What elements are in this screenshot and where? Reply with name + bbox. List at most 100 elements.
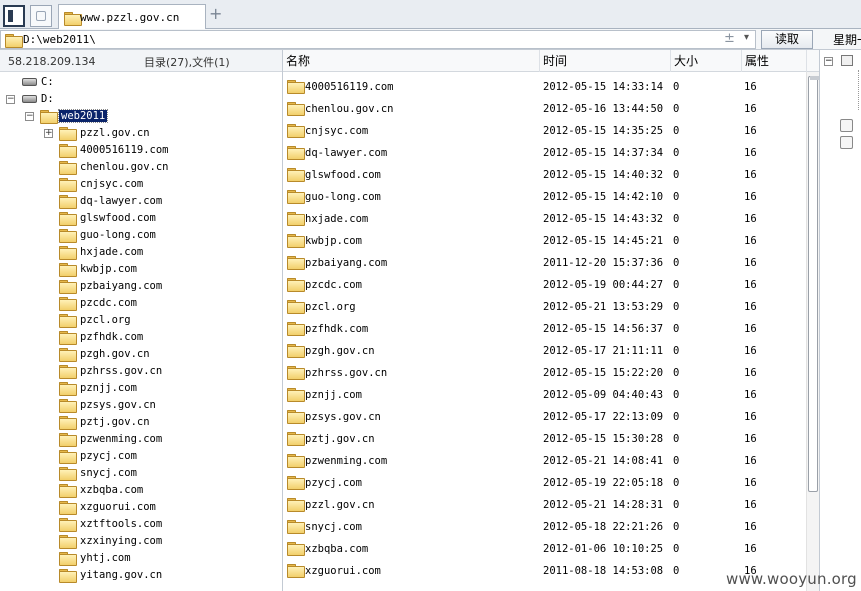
file-row[interactable]: pzcdc.com 2012-05-19 00:44:27 0 16	[283, 274, 806, 296]
tree-label: 4000516119.com	[80, 144, 169, 156]
file-name: kwbjp.com	[305, 235, 362, 247]
tree-item[interactable]: pzgh.gov.cn	[0, 346, 282, 363]
file-row[interactable]: pzcl.org 2012-05-21 13:53:29 0 16	[283, 296, 806, 318]
tree-item[interactable]: yitang.gov.cn	[0, 567, 282, 584]
sidebar-toggle-button[interactable]	[3, 5, 25, 27]
tree-label: pzbaiyang.com	[80, 280, 163, 292]
file-row[interactable]: chenlou.gov.cn 2012-05-16 13:44:50 0 16	[283, 98, 806, 120]
add-tab-button[interactable]: +	[209, 6, 222, 22]
folder-icon	[59, 161, 77, 175]
folder-icon	[287, 432, 305, 446]
hand-icon[interactable]	[840, 136, 853, 149]
file-row[interactable]: 4000516119.com 2012-05-15 14:33:14 0 16	[283, 76, 806, 98]
tree-item[interactable]: pzwenming.com	[0, 431, 282, 448]
tree-item[interactable]: glswfood.com	[0, 210, 282, 227]
folder-icon	[287, 256, 305, 270]
file-name: pznjj.com	[305, 389, 362, 401]
tree-item[interactable]: pzfhdk.com	[0, 329, 282, 346]
tree-item[interactable]: xzguorui.com	[0, 499, 282, 516]
column-attr[interactable]: 属性	[742, 50, 807, 72]
file-row[interactable]: pztj.gov.cn 2012-05-15 15:30:28 0 16	[283, 428, 806, 450]
vertical-scrollbar[interactable]	[806, 72, 820, 591]
collapse-icon[interactable]: −	[6, 95, 15, 104]
tree-item[interactable]: pzcl.org	[0, 312, 282, 329]
file-attr: 16	[744, 81, 757, 93]
column-size[interactable]: 大小	[671, 50, 742, 72]
collapse-icon[interactable]: −	[824, 57, 833, 66]
tree-drive-d[interactable]: − D:	[0, 91, 200, 108]
file-row[interactable]: pzhrss.gov.cn 2012-05-15 15:22:20 0 16	[283, 362, 806, 384]
tree-drive-c[interactable]: C:	[0, 74, 200, 91]
bookmark-toggle-icon[interactable]: ±	[724, 31, 735, 46]
file-row[interactable]: pzsys.gov.cn 2012-05-17 22:13:09 0 16	[283, 406, 806, 428]
folder-open-icon	[40, 110, 58, 124]
tree-item[interactable]: kwbjp.com	[0, 261, 282, 278]
tree-item[interactable]: xztftools.com	[0, 516, 282, 533]
file-row[interactable]: pzzl.gov.cn 2012-05-21 14:28:31 0 16	[283, 494, 806, 516]
tree-item[interactable]: pzsys.gov.cn	[0, 397, 282, 414]
file-row[interactable]: dq-lawyer.com 2012-05-15 14:37:34 0 16	[283, 142, 806, 164]
file-attr: 16	[744, 367, 757, 379]
file-row[interactable]: pzbaiyang.com 2011-12-20 15:37:36 0 16	[283, 252, 806, 274]
path-field[interactable]: D:\web2011\ ± ▾	[0, 30, 756, 49]
file-size: 0	[673, 323, 680, 335]
tree-item[interactable]: 4000516119.com	[0, 142, 282, 159]
folder-icon	[59, 127, 77, 141]
tree-item[interactable]: snycj.com	[0, 465, 282, 482]
file-size: 0	[673, 125, 680, 137]
new-window-button[interactable]	[30, 5, 52, 27]
tree-label: pzfhdk.com	[80, 331, 144, 343]
folder-icon	[59, 229, 77, 243]
file-row[interactable]: pznjj.com 2012-05-09 04:40:43 0 16	[283, 384, 806, 406]
collapse-icon[interactable]: −	[25, 112, 34, 121]
tree-item[interactable]: pzcdc.com	[0, 295, 282, 312]
window-icon	[36, 11, 46, 21]
panel-icon	[8, 10, 13, 22]
column-name[interactable]: 名称	[283, 50, 540, 72]
tree-item[interactable]: dq-lawyer.com	[0, 193, 282, 210]
tree-item[interactable]: pznjj.com	[0, 380, 282, 397]
file-name: pzbaiyang.com	[305, 257, 388, 269]
terminal-icon[interactable]	[840, 119, 853, 132]
tree-item[interactable]: + pzzl.gov.cn	[0, 125, 282, 142]
file-row[interactable]: glswfood.com 2012-05-15 14:40:32 0 16	[283, 164, 806, 186]
file-attr: 16	[744, 301, 757, 313]
folder-icon	[59, 178, 77, 192]
file-row[interactable]: cnjsyc.com 2012-05-15 14:35:25 0 16	[283, 120, 806, 142]
tree-header: 58.218.209.134 目录(27),文件(1)	[0, 50, 282, 72]
file-name: xzguorui.com	[305, 565, 381, 577]
file-name: pzycj.com	[305, 477, 362, 489]
tree-item-web2011[interactable]: − web2011	[0, 108, 200, 125]
file-row[interactable]: pzfhdk.com 2012-05-15 14:56:37 0 16	[283, 318, 806, 340]
tree-item[interactable]: hxjade.com	[0, 244, 282, 261]
tree-label: pztj.gov.cn	[80, 416, 150, 428]
file-row[interactable]: kwbjp.com 2012-05-15 14:45:21 0 16	[283, 230, 806, 252]
file-row[interactable]: pzgh.gov.cn 2012-05-17 21:11:11 0 16	[283, 340, 806, 362]
tree-item[interactable]: pzhrss.gov.cn	[0, 363, 282, 380]
tree-item[interactable]: xzxinying.com	[0, 533, 282, 550]
tree-item[interactable]: pztj.gov.cn	[0, 414, 282, 431]
file-row[interactable]: guo-long.com 2012-05-15 14:42:10 0 16	[283, 186, 806, 208]
expand-icon[interactable]: +	[44, 129, 53, 138]
tree-item[interactable]: cnjsyc.com	[0, 176, 282, 193]
file-row[interactable]: pzwenming.com 2012-05-21 14:08:41 0 16	[283, 450, 806, 472]
file-attr: 16	[744, 191, 757, 203]
file-row[interactable]: snycj.com 2012-05-18 22:21:26 0 16	[283, 516, 806, 538]
read-button[interactable]: 读取	[761, 30, 813, 49]
column-time[interactable]: 时间	[540, 50, 671, 72]
weekday-label: 星期一	[833, 33, 861, 47]
tab-site[interactable]: www.pzzl.gov.cn	[58, 4, 206, 30]
file-time: 2012-05-17 22:13:09	[543, 411, 664, 423]
tree-item[interactable]: guo-long.com	[0, 227, 282, 244]
file-row[interactable]: pzycj.com 2012-05-19 22:05:18 0 16	[283, 472, 806, 494]
tree-item[interactable]: chenlou.gov.cn	[0, 159, 282, 176]
scrollbar-thumb[interactable]	[808, 76, 820, 492]
tree-item[interactable]: yhtj.com	[0, 550, 282, 567]
file-row[interactable]: hxjade.com 2012-05-15 14:43:32 0 16	[283, 208, 806, 230]
file-row[interactable]: xzbqba.com 2012-01-06 10:10:25 0 16	[283, 538, 806, 560]
tree-item[interactable]: pzbaiyang.com	[0, 278, 282, 295]
tree-item[interactable]: xzbqba.com	[0, 482, 282, 499]
folder-icon	[59, 246, 77, 260]
tree-item[interactable]: pzycj.com	[0, 448, 282, 465]
chevron-down-icon[interactable]: ▾	[744, 32, 749, 43]
